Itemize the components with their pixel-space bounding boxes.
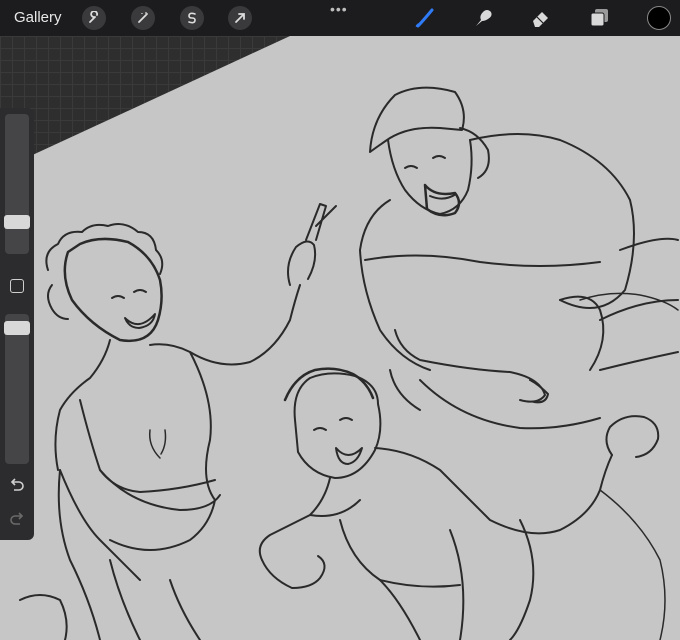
brush-size-slider-thumb[interactable] [4,214,30,229]
selection-s-icon[interactable] [180,6,204,30]
smudge-icon[interactable] [471,6,495,30]
gallery-button[interactable]: Gallery [14,9,62,26]
undo-icon[interactable] [8,476,26,494]
opacity-slider[interactable] [5,314,29,464]
eraser-icon[interactable] [529,6,553,30]
magic-wand-icon[interactable] [131,6,155,30]
sketch-artwork [0,36,680,640]
redo-icon[interactable] [8,510,26,528]
square-modify-icon[interactable] [10,279,24,293]
brush-icon[interactable] [414,6,438,30]
color-picker-swatch[interactable] [647,6,671,30]
transform-arrow-icon[interactable] [228,6,252,30]
opacity-slider-thumb[interactable] [4,320,30,335]
layers-icon[interactable] [588,6,612,30]
more-dots-icon[interactable]: ••• [330,2,348,16]
left-sidebar [0,108,34,540]
drawing-canvas[interactable] [0,0,680,640]
brush-size-slider[interactable] [5,114,29,254]
wrench-icon[interactable] [82,6,106,30]
top-toolbar: Gallery ••• [0,0,680,36]
